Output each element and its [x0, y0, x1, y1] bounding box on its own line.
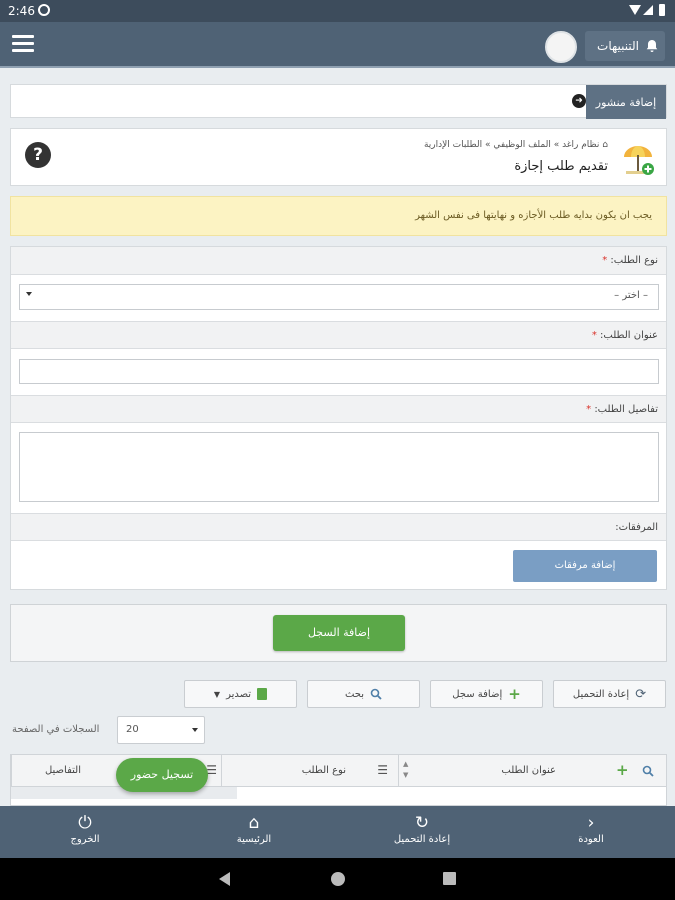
breadcrumb: ⌂ نظام راغد » الملف الوظيفي » الطلبات ال… [423, 140, 608, 150]
file-icon [257, 688, 268, 700]
search-icon[interactable] [642, 765, 654, 777]
records-table: + عنوان الطلب ▲ ▼ نوع الطلب ☰ التفاصيل ☰ [10, 754, 667, 806]
column-header[interactable]: عنوان الطلب ▲ ▼ [398, 755, 608, 787]
warning-alert: يجب ان يكون بدايه طلب الأجازه و نهايتها … [10, 196, 667, 236]
add-record-button[interactable]: إضافة سجل + [430, 680, 543, 708]
bottom-navigation: › العودة ↻ إعادة التحميل ⌂ الرئيسية ⏻ ال… [0, 806, 675, 858]
reload-nav[interactable]: ↻ إعادة التحميل [372, 812, 472, 845]
table-tools: + [608, 755, 666, 787]
add-post-bar: إضافة منشور ➜ [10, 84, 667, 119]
request-title-label: عنوان الطلب: * [11, 321, 666, 349]
add-record-submit-button[interactable]: إضافة السجل [273, 615, 405, 651]
breadcrumb-item[interactable]: الطلبات الإدارية [424, 140, 482, 150]
request-details-label: تفاصيل الطلب: * [11, 395, 666, 423]
system-navigation-bar [0, 858, 675, 900]
attachments-label: المرفقات: [11, 513, 666, 541]
back-nav[interactable]: › العودة [541, 812, 641, 845]
request-type-select[interactable]: – اختر – [19, 284, 659, 310]
back-triangle-icon[interactable] [219, 872, 230, 886]
signal-icon [643, 5, 653, 15]
add-attachments-button[interactable]: إضافة مرفقات [513, 550, 657, 582]
status-time: 2:46 [8, 4, 35, 18]
search-button[interactable]: بحث [307, 680, 420, 708]
sync-icon [38, 4, 50, 16]
chevron-right-icon: › [587, 813, 595, 833]
notifications-button[interactable]: التنبيهات [585, 31, 665, 61]
status-bar: 2:46 [0, 0, 675, 22]
chevron-down-icon: ▼ [213, 689, 221, 699]
power-icon: ⏻ [78, 813, 92, 833]
avatar[interactable] [545, 31, 577, 63]
reload-button[interactable]: إعادة التحميل ⟳ [553, 680, 666, 708]
notifications-label: التنبيهات [597, 39, 639, 53]
export-button[interactable]: ▼ تصدير [184, 680, 297, 708]
add-post-button[interactable]: إضافة منشور [586, 85, 666, 119]
app-bar: التنبيهات [0, 22, 675, 68]
request-title-input[interactable] [19, 359, 659, 384]
plus-icon: + [508, 685, 521, 703]
help-icon[interactable]: ? [25, 142, 51, 168]
home-icon: ⌂ [248, 813, 260, 833]
breadcrumb-item[interactable]: الملف الوظيفي [493, 140, 550, 150]
per-page-select[interactable]: 20 [117, 716, 205, 744]
caret-down-icon [192, 728, 198, 732]
sort-icon[interactable]: ▲ ▼ [403, 759, 408, 781]
recents-square-icon[interactable] [443, 872, 456, 885]
wifi-icon [629, 5, 641, 15]
battery-icon [659, 4, 665, 16]
save-section: إضافة السجل [10, 604, 667, 662]
home-circle-icon[interactable] [331, 872, 345, 886]
per-page-label: السجلات في الصفحة [12, 724, 100, 735]
refresh-icon: ⟳ [635, 686, 647, 702]
page-header: ? ⌂ نظام راغد » الملف الوظيفي » الطلبات … [10, 128, 667, 186]
arrow-right-icon[interactable]: ➜ [572, 94, 586, 108]
add-row-icon[interactable]: + [616, 761, 629, 779]
bell-icon [646, 40, 658, 52]
home-nav[interactable]: ⌂ الرئيسية [204, 812, 304, 845]
refresh-icon: ↻ [414, 813, 430, 833]
search-icon [370, 688, 382, 700]
beach-umbrella-icon [624, 146, 654, 175]
page-title: تقديم طلب إجازة [514, 159, 608, 174]
caret-down-icon [26, 292, 32, 296]
check-in-button[interactable]: تسجيل حضور [116, 758, 208, 792]
breadcrumb-item[interactable]: نظام راغد [562, 140, 599, 150]
logout-nav[interactable]: ⏻ الخروج [35, 812, 135, 845]
list-icon: ☰ [377, 763, 388, 777]
request-type-value: – اختر – [614, 290, 648, 301]
table-header: + عنوان الطلب ▲ ▼ نوع الطلب ☰ التفاصيل ☰ [11, 755, 666, 787]
request-type-label: نوع الطلب: * [11, 247, 666, 275]
home-icon[interactable]: ⌂ [602, 140, 608, 150]
leave-request-form: نوع الطلب: * – اختر – عنوان الطلب: * تفا… [10, 246, 667, 590]
request-details-textarea[interactable] [19, 432, 659, 502]
column-header[interactable]: نوع الطلب ☰ [221, 755, 398, 787]
menu-icon[interactable] [12, 35, 34, 53]
